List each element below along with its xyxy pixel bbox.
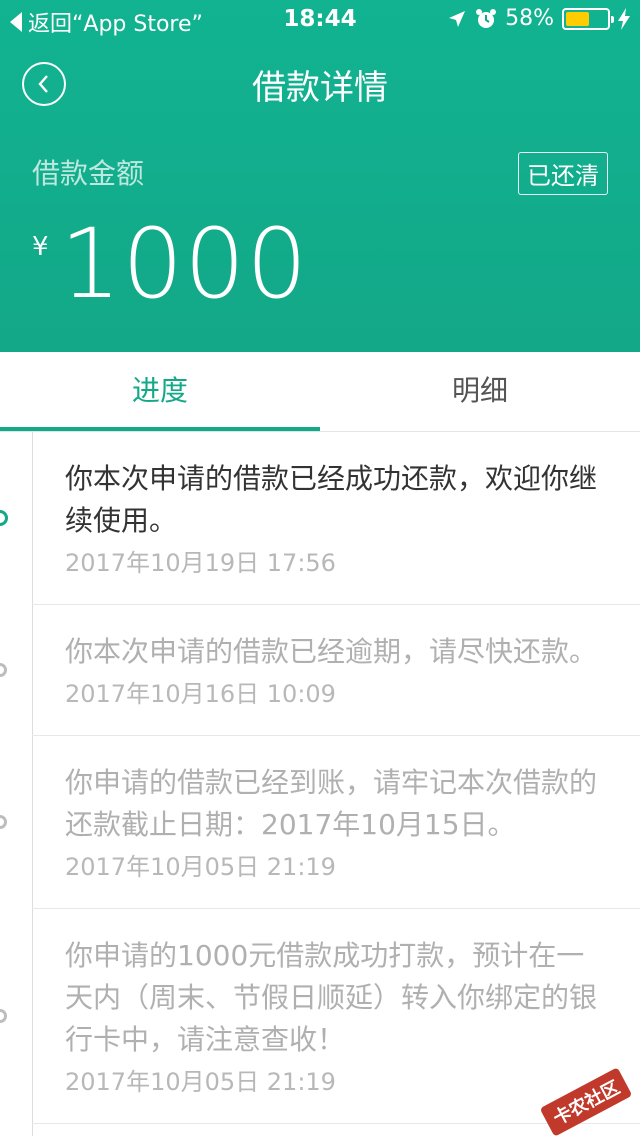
status-bar: 返回“App Store” 18:44 58% bbox=[0, 0, 640, 40]
page-title: 借款详情 bbox=[252, 68, 388, 108]
timeline-time: 2017年10月05日 21:19 bbox=[65, 1068, 336, 1096]
location-arrow-icon bbox=[449, 10, 466, 27]
timeline-dot-icon bbox=[0, 663, 7, 677]
timeline-text: 你本次申请的借款已经逾期，请尽快还款。 bbox=[65, 635, 598, 668]
alarm-clock-icon bbox=[476, 8, 497, 28]
charging-bolt-icon bbox=[618, 7, 630, 30]
status-badge: 已还清 bbox=[518, 152, 608, 195]
timeline-time: 2017年10月19日 17:56 bbox=[65, 549, 336, 577]
progress-timeline: 你本次申请的借款已经成功还款，欢迎你继续使用。 2017年10月19日 17:5… bbox=[0, 432, 640, 1136]
tab-progress[interactable]: 进度 bbox=[0, 352, 320, 431]
tab-bar: 进度 明细 bbox=[0, 352, 640, 432]
loan-amount: 1000 bbox=[60, 208, 309, 320]
battery-icon bbox=[562, 7, 614, 30]
currency-symbol: ¥ bbox=[32, 232, 49, 262]
tab-details[interactable]: 明细 bbox=[320, 352, 640, 431]
nav-bar: 借款详情 bbox=[0, 40, 640, 128]
loan-header: 返回“App Store” 18:44 58% 借款详情 借款金额 已还清 ¥ … bbox=[0, 0, 640, 352]
timeline-item: 你申请的1000元借款成功打款，预计在一天内（周末、节假日顺延）转入你绑定的银行… bbox=[0, 909, 640, 1124]
battery-fill bbox=[566, 11, 590, 26]
timeline-item: 你申请的借款已经到账，请牢记本次借款的还款截止日期：2017年10月15日。 2… bbox=[0, 736, 640, 909]
timeline-time: 2017年10月05日 21:19 bbox=[65, 853, 336, 881]
timeline-item: 你本次申请的借款已经成功还款，欢迎你继续使用。 2017年10月19日 17:5… bbox=[0, 432, 640, 605]
timeline-dot-icon bbox=[0, 1009, 7, 1023]
battery-percent: 58% bbox=[505, 6, 554, 31]
timeline-dot-icon bbox=[0, 815, 7, 829]
timeline-dot-icon bbox=[0, 510, 8, 526]
timeline-time: 2017年10月16日 10:09 bbox=[65, 680, 336, 708]
status-right: 58% bbox=[447, 6, 630, 31]
timeline-item: 你本次申请的借款已经逾期，请尽快还款。 2017年10月16日 10:09 bbox=[0, 605, 640, 736]
timeline-text: 你申请的1000元借款成功打款，预计在一天内（周末、节假日顺延）转入你绑定的银行… bbox=[65, 939, 598, 1056]
timeline-text: 你本次申请的借款已经成功还款，欢迎你继续使用。 bbox=[65, 462, 598, 537]
amount-label: 借款金额 bbox=[32, 157, 145, 190]
timeline-text: 你申请的借款已经到账，请牢记本次借款的还款截止日期：2017年10月15日。 bbox=[65, 766, 598, 841]
